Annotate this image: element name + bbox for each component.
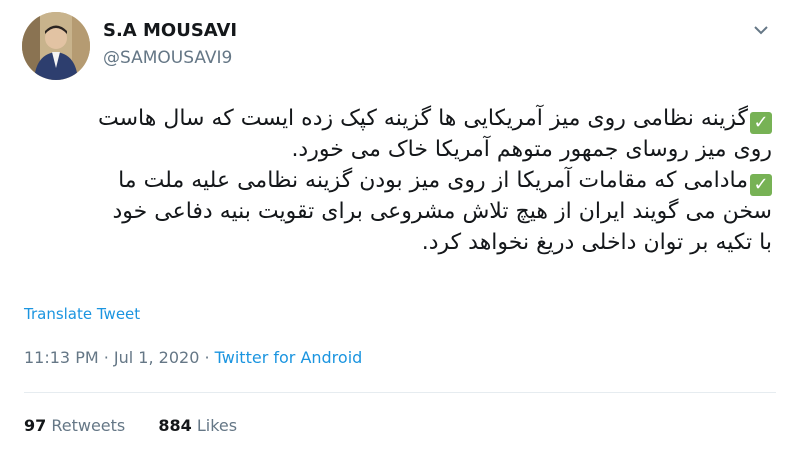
meta-separator: · (199, 348, 215, 367)
translate-tweet-link[interactable]: Translate Tweet (24, 305, 140, 323)
retweets-count: 97 (24, 416, 47, 435)
avatar-photo-icon (22, 12, 90, 80)
tweet-line-text: مادامی که مقامات آمریکا از روی میز بودن … (118, 168, 748, 193)
divider (24, 392, 776, 393)
likes-label: Likes (196, 416, 238, 435)
tweet-line: ✓مادامی که مقامات آمریکا از روی میز بودن… (22, 165, 772, 196)
tweet-timestamp[interactable]: 11:13 PM · Jul 1, 2020 (24, 348, 199, 367)
retweets-label: Retweets (51, 416, 126, 435)
author-name[interactable]: S.A MOUSAVI (103, 20, 237, 41)
tweet-line-text: گزینه نظامی روی میز آمریکایی ها گزینه کپ… (98, 106, 748, 131)
tweet-line: سخن می گویند ایران از هیچ تلاش مشروعی بر… (112, 199, 772, 224)
tweet-text: ✓گزینه نظامی روی میز آمریکایی ها گزینه ک… (22, 103, 772, 258)
author-handle[interactable]: @SAMOUSAVI9 (103, 48, 232, 68)
tweet-line: با تکیه بر توان داخلی دریغ نخواهد کرد. (421, 230, 772, 255)
tweet-line: ✓گزینه نظامی روی میز آمریکایی ها گزینه ک… (22, 103, 772, 134)
tweet-source-link[interactable]: Twitter for Android (215, 348, 363, 367)
tweet-line: روی میز روسای جمهور متوهم آمریکا خاک می … (291, 137, 772, 162)
retweets-stat[interactable]: 97 Retweets (24, 416, 125, 435)
avatar[interactable] (22, 12, 90, 80)
checkmark-icon: ✓ (750, 112, 772, 134)
chevron-down-icon[interactable] (751, 20, 771, 40)
checkmark-icon: ✓ (750, 174, 772, 196)
likes-count: 884 (158, 416, 192, 435)
tweet-meta: 11:13 PM · Jul 1, 2020 · Twitter for And… (24, 348, 362, 367)
likes-stat[interactable]: 884 Likes (158, 416, 237, 435)
tweet-stats: 97 Retweets 884 Likes (24, 416, 265, 435)
